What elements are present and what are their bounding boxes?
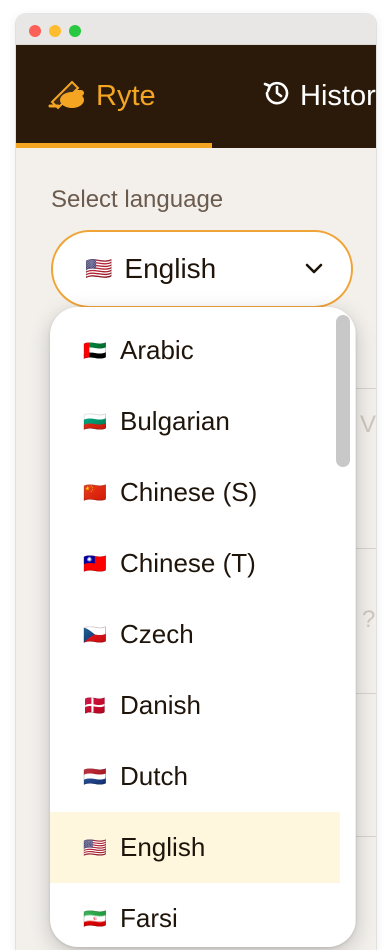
selected-language-flag: 🇺🇸 <box>85 256 113 281</box>
background-text-fragment: ? <box>362 606 376 633</box>
language-option[interactable]: 🇦🇪 Arabic <box>50 315 340 386</box>
main-content: Select language 🇺🇸 English V ? 🇦🇪 Arabic 🇧… <box>16 148 376 950</box>
flag-icon: 🇺🇸 <box>83 837 107 859</box>
app-window: Ryte History Select language 🇺🇸 English <box>16 14 376 950</box>
language-option[interactable]: 🇨🇳 Chinese (S) <box>50 457 340 528</box>
scrollbar-track <box>355 307 356 947</box>
maximize-window-button[interactable] <box>69 25 81 37</box>
background-text-fragment: V <box>360 411 376 438</box>
flag-icon: 🇧🇬 <box>83 411 107 433</box>
minimize-window-button[interactable] <box>49 25 61 37</box>
title-bar <box>16 14 376 45</box>
flag-icon: 🇦🇪 <box>83 340 107 362</box>
tab-bar: Ryte History <box>16 45 376 148</box>
language-option[interactable]: 🇩🇰 Danish <box>50 670 340 741</box>
flag-icon: 🇮🇷 <box>83 908 107 930</box>
language-option-label: English <box>120 832 206 862</box>
language-option[interactable]: 🇺🇸 English <box>50 812 340 883</box>
background-divider <box>356 548 376 549</box>
writing-hand-icon <box>48 76 88 118</box>
language-dropdown-list[interactable]: 🇦🇪 Arabic 🇧🇬 Bulgarian 🇨🇳 Chinese (S) 🇹🇼 Chines… <box>50 307 356 947</box>
language-option-label: Czech <box>120 619 194 649</box>
tab-ryte-label: Ryte <box>96 80 156 112</box>
select-language-label: Select language <box>51 186 224 213</box>
language-option[interactable]: 🇮🇷 Farsi <box>50 883 340 947</box>
language-option-label: Farsi <box>120 903 178 933</box>
language-option-label: Dutch <box>120 761 188 791</box>
selected-language-value: English <box>124 253 217 284</box>
flag-icon: 🇩🇰 <box>83 695 107 717</box>
flag-icon: 🇹🇼 <box>83 553 107 575</box>
tab-ryte[interactable]: Ryte <box>48 45 156 148</box>
close-window-button[interactable] <box>29 25 41 37</box>
tab-history[interactable]: History <box>262 45 376 148</box>
background-divider <box>356 693 376 694</box>
scrollbar-thumb[interactable] <box>336 315 350 467</box>
language-option-label: Danish <box>120 690 201 720</box>
language-option[interactable]: 🇧🇬 Bulgarian <box>50 386 340 457</box>
language-option[interactable]: 🇨🇿 Czech <box>50 599 340 670</box>
language-option-label: Arabic <box>120 335 194 365</box>
flag-icon: 🇳🇱 <box>83 766 107 788</box>
language-option[interactable]: 🇹🇼 Chinese (T) <box>50 528 340 599</box>
language-option-label: Bulgarian <box>120 406 230 436</box>
language-option-label: Chinese (T) <box>120 548 256 578</box>
flag-icon: 🇨🇳 <box>83 482 107 504</box>
chevron-down-icon <box>305 263 323 274</box>
background-divider <box>356 388 376 389</box>
history-icon <box>262 78 292 116</box>
language-select[interactable]: 🇺🇸 English <box>51 230 353 308</box>
tab-history-label: History <box>300 80 376 112</box>
language-option[interactable]: 🇳🇱 Dutch <box>50 741 340 812</box>
background-divider <box>356 836 376 837</box>
language-option-label: Chinese (S) <box>120 477 258 507</box>
flag-icon: 🇨🇿 <box>83 624 107 646</box>
